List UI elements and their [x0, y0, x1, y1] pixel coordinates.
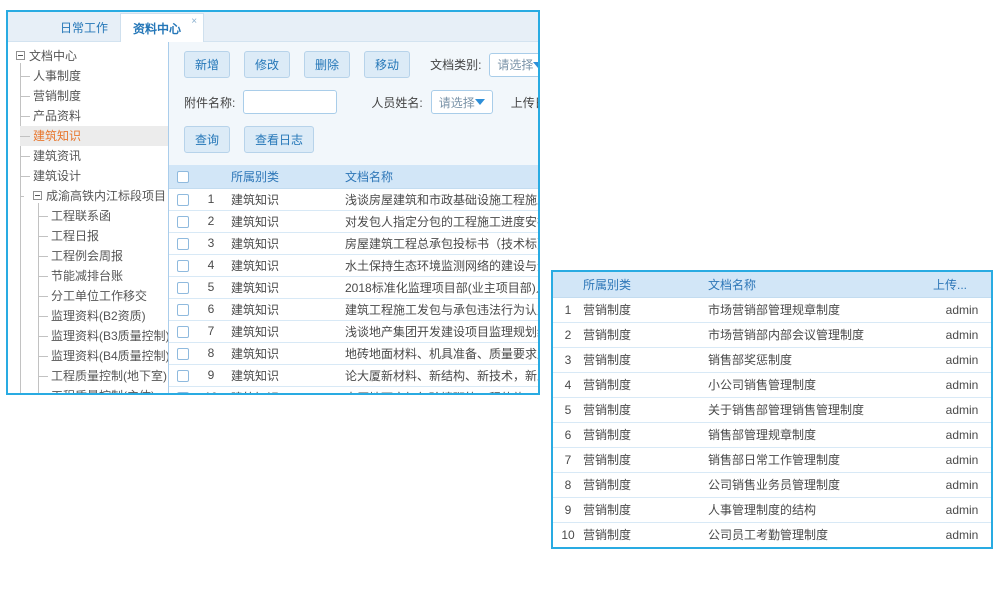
attachment-label: 附件名称:: [184, 94, 235, 111]
table-row[interactable]: 3 营销制度 销售部奖惩制度 admin: [553, 347, 991, 372]
tree-subroot-project[interactable]: 成渝高铁内江标段项目: [20, 186, 168, 206]
table-row[interactable]: 6 营销制度 销售部管理规章制度 admin: [553, 422, 991, 447]
table-row[interactable]: 10 营销制度 公司员工考勤管理制度 admin: [553, 522, 991, 547]
table-row[interactable]: 5 营销制度 关于销售部管理销售管理制度 admin: [553, 397, 991, 422]
row-checkbox[interactable]: [177, 348, 189, 360]
tab-daily-work[interactable]: 日常工作: [48, 13, 120, 41]
table-row[interactable]: 10 建筑知识 大厦地下室加气砼墙砌筑工程的施工方...: [169, 386, 538, 393]
tree-item-supervision-b2[interactable]: 监理资料(B2资质): [38, 306, 168, 326]
table-row[interactable]: 2 建筑知识 对发包人指定分包的工程施工进度安排...: [169, 210, 538, 232]
tree-item-supervision-b3[interactable]: 监理资料(B3质量控制): [38, 326, 168, 346]
tree-item-daily-report[interactable]: 工程日报: [38, 226, 168, 246]
person-select[interactable]: 请选择: [431, 90, 493, 114]
edit-button[interactable]: 修改: [244, 51, 290, 78]
row-checkbox[interactable]: [177, 282, 189, 294]
document-tree: 文档中心 人事制度 营销制度 产品资料 建筑知识 建筑资讯 建筑设计 成渝高铁内…: [8, 42, 169, 393]
tree-item-supervision-b4[interactable]: 监理资料(B4质量控制): [38, 346, 168, 366]
tree-item-project-letters[interactable]: 工程联系函: [38, 206, 168, 226]
tree-item-construction-knowledge[interactable]: 建筑知识: [20, 126, 168, 146]
tree-item-work-transfer[interactable]: 分工单位工作移交: [38, 286, 168, 306]
tree-item-energy-saving[interactable]: 节能减排台账: [38, 266, 168, 286]
table-row[interactable]: 9 营销制度 人事管理制度的结构 admin: [553, 497, 991, 522]
query-button[interactable]: 查询: [184, 126, 230, 153]
header-doc-name: 文档名称: [339, 165, 538, 188]
document-center-window: 日常工作 资料中心 × 文档中心 人事制度 营销制度 产品资料 建筑知识 建筑资…: [6, 10, 540, 395]
select-all-checkbox[interactable]: [177, 171, 189, 183]
documents-table: 所属别类 文档名称 1 建筑知识 浅谈房屋建筑和市政基础设施工程施工... 2: [169, 165, 538, 393]
tree-children: 人事制度 营销制度 产品资料 建筑知识 建筑资讯 建筑设计 成渝高铁内江标段项目…: [20, 66, 168, 393]
toolbar-row-2: 附件名称: 人员姓名: 请选择 上传日期:: [169, 90, 538, 114]
table-row[interactable]: 8 营销制度 公司销售业务员管理制度 admin: [553, 472, 991, 497]
tree-item-marketing-policy[interactable]: 营销制度: [20, 86, 168, 106]
row-checkbox[interactable]: [177, 194, 189, 206]
delete-button[interactable]: 删除: [304, 51, 350, 78]
table-row[interactable]: 4 建筑知识 水土保持生态环境监测网络的建设与资...: [169, 254, 538, 276]
toolbar-row-3: 查询 查看日志: [169, 126, 538, 153]
tab-data-center-label: 资料中心: [133, 22, 181, 36]
header-uploader: 上传...: [933, 272, 991, 297]
table-row[interactable]: 7 营销制度 销售部日常工作管理制度 admin: [553, 447, 991, 472]
header-category: 所属别类: [583, 272, 708, 297]
table-row[interactable]: 7 建筑知识 浅谈地产集团开发建设项目监理规划编...: [169, 320, 538, 342]
doc-type-label: 文档类别:: [430, 56, 481, 73]
table-row[interactable]: 1 建筑知识 浅谈房屋建筑和市政基础设施工程施工...: [169, 188, 538, 210]
tree-root-document-center[interactable]: 文档中心: [16, 46, 168, 66]
marketing-documents-table: 所属别类 文档名称 上传... 1 营销制度 市场营销部管理规章制度 admin…: [553, 272, 991, 547]
tree-item-quality-basement[interactable]: 工程质量控制(地下室): [38, 366, 168, 386]
table-row[interactable]: 2 营销制度 市场营销部内部会议管理制度 admin: [553, 322, 991, 347]
table-row[interactable]: 9 建筑知识 论大厦新材料、新结构、新技术，新工...: [169, 364, 538, 386]
table-row[interactable]: 6 建筑知识 建筑工程施工发包与承包违法行为认定...: [169, 298, 538, 320]
toolbar-row-1: 新增 修改 删除 移动 文档类别: 请选择 文档名称:: [169, 51, 538, 78]
marketing-documents-panel: 所属别类 文档名称 上传... 1 营销制度 市场营销部管理规章制度 admin…: [551, 270, 993, 549]
close-icon[interactable]: ×: [191, 16, 197, 27]
row-checkbox[interactable]: [177, 260, 189, 272]
view-log-button[interactable]: 查看日志: [244, 126, 314, 153]
row-checkbox[interactable]: [177, 304, 189, 316]
header-category: 所属别类: [225, 165, 339, 188]
table-header-row: 所属别类 文档名称: [169, 165, 538, 188]
move-button[interactable]: 移动: [364, 51, 410, 78]
tab-bar: 日常工作 资料中心 ×: [8, 12, 538, 42]
table-row[interactable]: 5 建筑知识 2018标准化监理项目部(业主项目部)人员...: [169, 276, 538, 298]
table-header-row: 所属别类 文档名称 上传...: [553, 272, 991, 297]
row-checkbox[interactable]: [177, 392, 189, 393]
tree-subchildren: 工程联系函 工程日报 工程例会周报 节能减排台账 分工单位工作移交 监理资料(B…: [38, 206, 168, 393]
row-checkbox[interactable]: [177, 238, 189, 250]
main-pane: 新增 修改 删除 移动 文档类别: 请选择 文档名称: 附件名称: 人员姓名: …: [169, 42, 538, 393]
attachment-input[interactable]: [243, 90, 337, 114]
chevron-down-icon: [475, 99, 485, 105]
tree-item-construction-news[interactable]: 建筑资讯: [20, 146, 168, 166]
table-row[interactable]: 8 建筑知识 地砖地面材料、机具准备、质量要求及...: [169, 342, 538, 364]
doc-type-select[interactable]: 请选择: [489, 53, 538, 77]
row-checkbox[interactable]: [177, 326, 189, 338]
tab-data-center[interactable]: 资料中心 ×: [120, 13, 204, 42]
chevron-down-icon: [533, 62, 538, 68]
table-row[interactable]: 3 建筑知识 房屋建筑工程总承包投标书（技术标）...: [169, 232, 538, 254]
collapse-icon[interactable]: [33, 191, 42, 200]
tree-item-weekly-meeting[interactable]: 工程例会周报: [38, 246, 168, 266]
upload-date-label: 上传日期:: [511, 94, 538, 111]
header-doc-name: 文档名称: [708, 272, 933, 297]
person-label: 人员姓名:: [371, 94, 422, 111]
collapse-icon[interactable]: [16, 51, 25, 60]
tree-item-construction-design[interactable]: 建筑设计: [20, 166, 168, 186]
tree-item-quality-partial[interactable]: 工程质量控制(主体): [38, 386, 168, 393]
row-checkbox[interactable]: [177, 216, 189, 228]
tree-item-hr-policy[interactable]: 人事制度: [20, 66, 168, 86]
table-row[interactable]: 4 营销制度 小公司销售管理制度 admin: [553, 372, 991, 397]
add-button[interactable]: 新增: [184, 51, 230, 78]
row-checkbox[interactable]: [177, 370, 189, 382]
table-row[interactable]: 1 营销制度 市场营销部管理规章制度 admin: [553, 297, 991, 322]
tree-item-product-data[interactable]: 产品资料: [20, 106, 168, 126]
